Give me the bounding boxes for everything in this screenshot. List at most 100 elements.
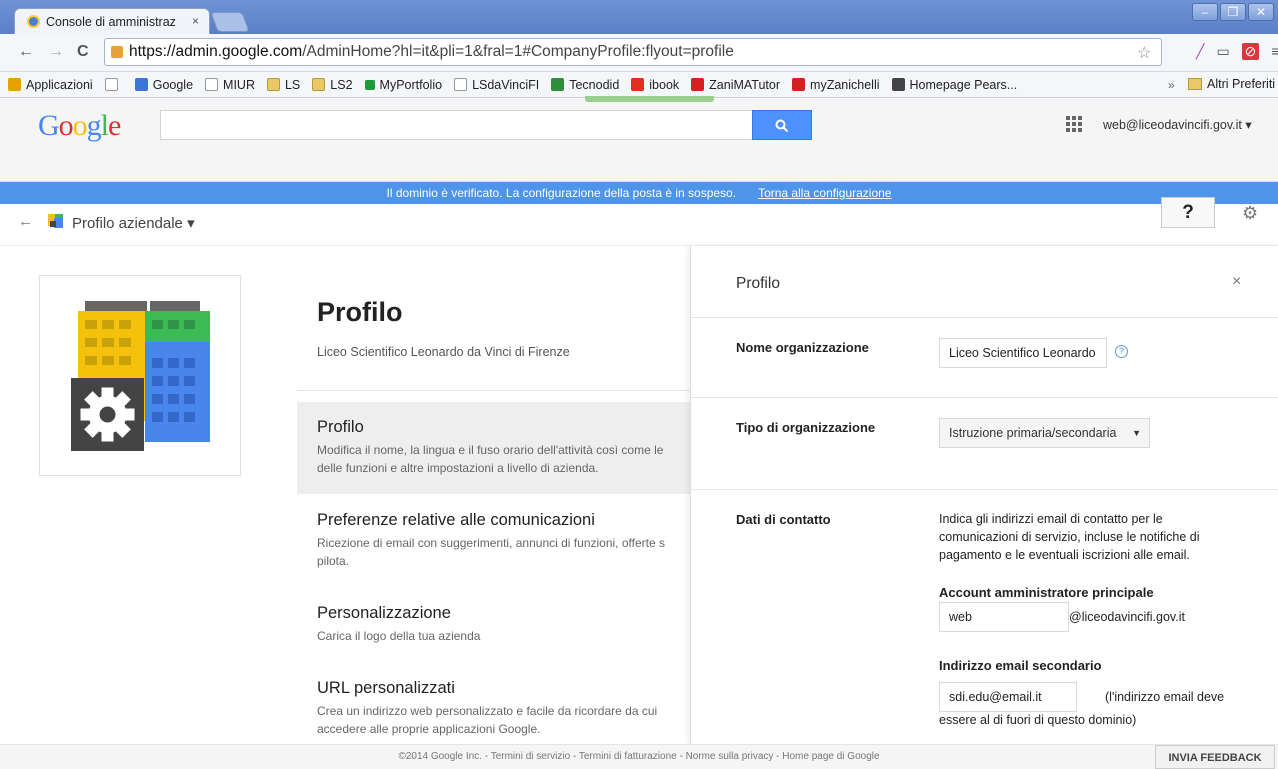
google-icon: [134, 78, 148, 91]
back-icon[interactable]: ←: [18, 213, 33, 230]
org-type-select[interactable]: Istruzione primaria/secondaria ▼: [939, 418, 1150, 448]
ibook-icon: [631, 78, 645, 91]
item-title: Preferenze relative alle comunicazioni: [317, 511, 595, 529]
page-icon: [205, 78, 219, 91]
page-footer: ©2014 Google Inc. - Termini di servizio …: [0, 744, 1278, 769]
flyout-title: Profilo: [736, 275, 780, 292]
apps-grid-icon[interactable]: [1066, 116, 1082, 132]
settings-item-profilo[interactable]: Profilo Modifica il nome, la lingua e il…: [297, 402, 690, 494]
admin-domain: @liceodavincifi.gov.it: [1069, 610, 1185, 624]
close-icon[interactable]: ×: [1232, 273, 1241, 291]
bookmark-item[interactable]: LS: [266, 78, 300, 92]
settings-item-personalizzazione[interactable]: Personalizzazione Carica il logo della t…: [297, 604, 690, 654]
org-name-input[interactable]: Liceo Scientifico Leonardo: [939, 338, 1107, 368]
red-extension-icon[interactable]: ⊘: [1241, 43, 1260, 60]
browser-window: Console di amministraz × – ❐ ✕ ← → C htt…: [0, 0, 1278, 769]
secondary-email-label: Indirizzo email secondario: [939, 658, 1102, 673]
page-subtitle: Liceo Scientifico Leonardo da Vinci di F…: [317, 345, 570, 359]
back-arrow-icon[interactable]: ←: [18, 43, 34, 61]
settings-item-comunicazioni[interactable]: Preferenze relative alle comunicazioni R…: [297, 511, 690, 583]
help-question-icon[interactable]: ?: [1115, 345, 1128, 358]
item-description: Carica il logo della tua azienda: [317, 629, 481, 643]
bookmarks-overflow-button[interactable]: »: [1168, 78, 1175, 92]
browser-tab[interactable]: Console di amministraz ×: [14, 8, 210, 34]
tecnodid-icon: [551, 78, 565, 91]
flyout-header: Profilo ×: [691, 246, 1278, 318]
bookmark-item[interactable]: Tecnodid: [551, 78, 619, 92]
cast-icon[interactable]: ▭: [1216, 43, 1229, 60]
tab-title: Console di amministraz: [46, 14, 176, 29]
search-button[interactable]: [752, 110, 812, 140]
bookmarks-bar: Applicazioni Google MIUR LS LS2 MyPortfo…: [0, 72, 1278, 98]
item-description: Modifica il nome, la lingua e il fuso or…: [317, 443, 664, 475]
page-icon: [454, 78, 468, 91]
page-title: Profilo: [317, 297, 403, 327]
page-icon: [104, 78, 118, 91]
notice-link[interactable]: Torna alla configurazione: [758, 186, 891, 200]
org-type-label: Tipo di organizzazione: [736, 420, 876, 435]
zanichelli-icon: [691, 78, 705, 91]
bookmark-item[interactable]: MIUR: [205, 78, 255, 92]
google-logo[interactable]: Google: [38, 109, 121, 143]
menu-icon[interactable]: ≡: [1271, 43, 1278, 60]
bookmark-item[interactable]: Google: [134, 78, 193, 92]
bookmark-item[interactable]: myZanichelli: [792, 78, 880, 92]
item-description: Crea un indirizzo web personalizzato e f…: [317, 704, 658, 736]
restore-icon[interactable]: ❐: [1220, 3, 1246, 21]
reload-icon[interactable]: C: [77, 43, 89, 61]
folder-icon: [312, 78, 326, 91]
admin-account-input[interactable]: web: [939, 602, 1069, 632]
bookmark-item[interactable]: [104, 78, 123, 91]
window-controls: – ❐ ✕: [1192, 3, 1274, 21]
contact-label: Dati di contatto: [736, 512, 831, 527]
secondary-email-note: (l'indirizzo email deve: [1105, 690, 1225, 704]
url-path: /AdminHome?hl=it&pli=1&fral=1#CompanyPro…: [302, 43, 734, 60]
google-header: Google web@liceodavincifi.gov.it ▾: [0, 99, 1278, 182]
bookmark-item[interactable]: Applicazioni: [8, 78, 93, 92]
loading-indicator: [585, 96, 714, 102]
gear-icon[interactable]: ⚙: [1242, 203, 1258, 224]
search-input[interactable]: [160, 110, 754, 140]
tab-close-icon[interactable]: ×: [192, 14, 199, 28]
admin-favicon-icon: [27, 15, 40, 28]
item-title: Profilo: [317, 418, 364, 436]
company-logo-card: [39, 275, 241, 476]
profile-flyout: Profilo × Nome organizzazione Liceo Scie…: [690, 246, 1278, 744]
browser-toolbar: ← → C https://admin.google.com/AdminHome…: [0, 34, 1278, 72]
forward-arrow-icon[interactable]: →: [48, 43, 64, 61]
org-name-row: Nome organizzazione Liceo Scientifico Le…: [691, 318, 1278, 398]
minimize-icon[interactable]: –: [1192, 3, 1218, 21]
bookmark-item[interactable]: ZaniMATutor: [691, 78, 780, 92]
item-description: Ricezione di email con suggerimenti, ann…: [317, 536, 665, 568]
divider: [297, 390, 690, 391]
new-tab-button[interactable]: [210, 12, 250, 32]
url-host: https://admin.google.com: [129, 43, 303, 60]
notice-text: Il dominio è verificato. La configurazio…: [386, 186, 737, 200]
close-window-icon[interactable]: ✕: [1248, 3, 1274, 21]
secondary-email-input[interactable]: sdi.edu@email.it: [939, 682, 1077, 712]
bookmark-item[interactable]: MyPortfolio: [364, 78, 442, 92]
bookmark-item[interactable]: LSdaVinciFI: [454, 78, 539, 92]
other-bookmarks[interactable]: Altri Preferiti: [1188, 77, 1275, 91]
pearson-icon: [891, 78, 905, 91]
myportfolio-icon: [364, 79, 375, 90]
bookmark-item[interactable]: Homepage Pears...: [891, 78, 1017, 92]
help-button[interactable]: ?: [1161, 197, 1215, 228]
send-feedback-button[interactable]: INVIA FEEDBACK: [1155, 745, 1275, 769]
breadcrumb-label[interactable]: Profilo aziendale ▾: [72, 204, 195, 244]
bookmark-star-icon[interactable]: ☆: [1137, 43, 1151, 63]
address-bar[interactable]: https://admin.google.com/AdminHome?hl=it…: [104, 38, 1162, 66]
org-name-label: Nome organizzazione: [736, 340, 869, 355]
notice-banner: Il dominio è verificato. La configurazio…: [0, 182, 1278, 204]
bookmark-item[interactable]: ibook: [631, 78, 679, 92]
settings-item-url-personalizzati[interactable]: URL personalizzati Crea un indirizzo web…: [297, 679, 690, 741]
account-menu[interactable]: web@liceodavincifi.gov.it ▾: [1103, 117, 1252, 132]
bookmark-item[interactable]: LS2: [312, 78, 353, 92]
breadcrumb: ← Profilo aziendale ▾: [0, 204, 1278, 246]
title-bar: Console di amministraz × – ❐ ✕: [0, 0, 1278, 34]
pen-extension-icon[interactable]: ╱: [1196, 43, 1204, 60]
dropdown-arrow-icon: ▼: [1132, 428, 1141, 438]
zanichelli-icon: [792, 78, 806, 91]
lock-icon: [111, 46, 123, 58]
contact-description: Indica gli indirizzi email di contatto p…: [939, 512, 1200, 562]
